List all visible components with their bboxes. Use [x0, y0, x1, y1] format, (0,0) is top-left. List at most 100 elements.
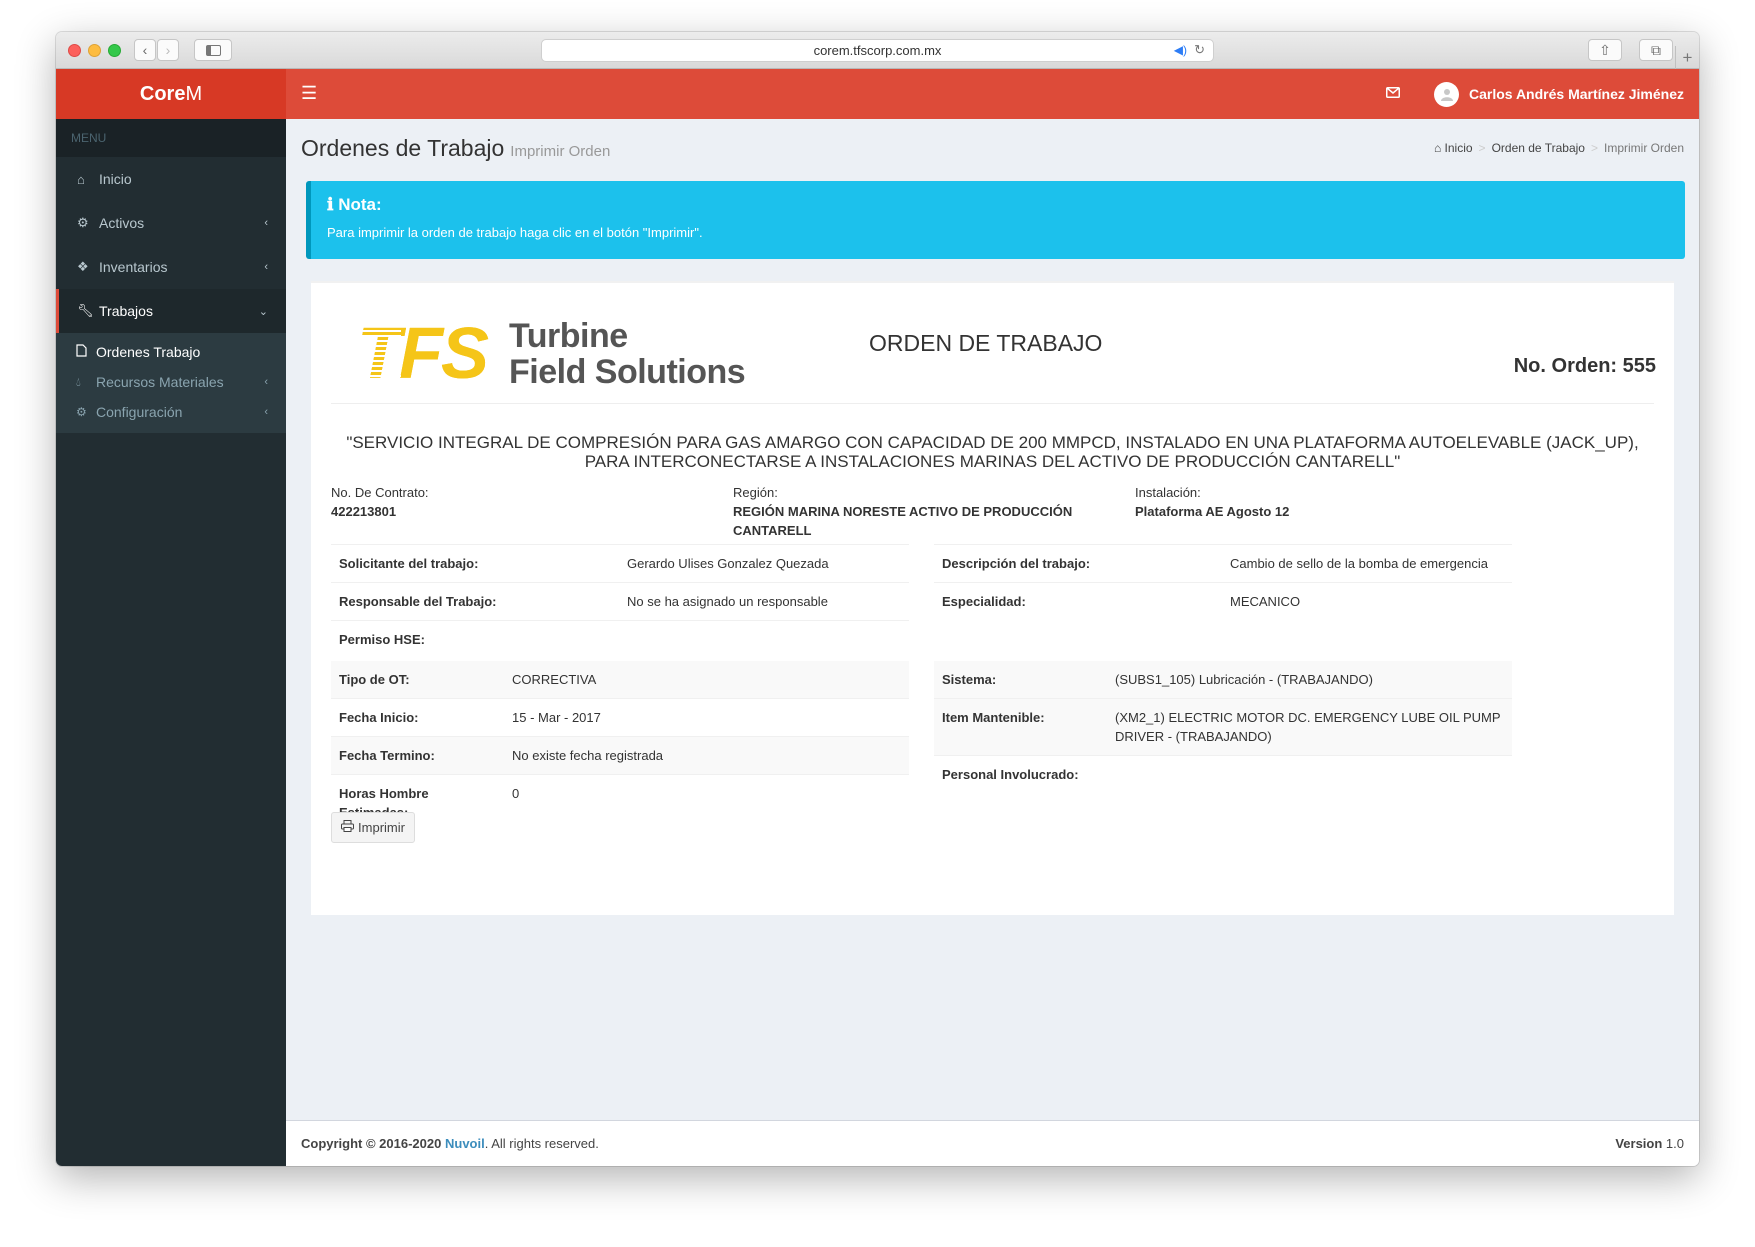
back-button[interactable]: ‹: [134, 39, 156, 61]
new-tab-button[interactable]: +: [1675, 46, 1699, 69]
chevron-right-icon: ›: [165, 42, 171, 58]
sidebar-subitem-configuracion[interactable]: ⚙ Configuración ‹: [56, 397, 286, 427]
minimize-window-button[interactable]: [88, 44, 101, 57]
chevron-left-icon: ‹: [264, 217, 268, 229]
reload-icon[interactable]: ↻: [1194, 42, 1205, 58]
field-label: Solicitante del trabajo:: [331, 544, 619, 583]
app-logo[interactable]: Core M: [56, 69, 286, 119]
share-button[interactable]: ⇧: [1588, 39, 1622, 61]
chevron-left-icon: ‹: [264, 376, 268, 388]
field-value: 0: [504, 774, 909, 831]
home-icon: ⌂: [1433, 141, 1442, 155]
table-row: Fecha Inicio: 15 - Mar - 2017: [331, 698, 909, 737]
project-description: "SERVICIO INTEGRAL DE COMPRESIÓN PARA GA…: [346, 433, 1639, 471]
note-title: Nota:: [338, 195, 382, 214]
forward-button[interactable]: ›: [157, 39, 179, 61]
note-text: Para imprimir la orden de trabajo haga c…: [327, 225, 703, 240]
divider: [331, 403, 1654, 404]
field-label: Responsable del Trabajo:: [331, 582, 619, 621]
requester-table: Solicitante del trabajo: Gerardo Ulises G…: [331, 544, 909, 658]
sidebar-item-inicio[interactable]: ⌂ Inicio: [56, 157, 286, 201]
info-icon: ℹ: [327, 195, 334, 214]
menu-toggle-icon[interactable]: ☰: [301, 83, 317, 104]
sidebar-subitem-ordenes-trabajo[interactable]: Ordenes Trabajo: [56, 337, 286, 367]
speaker-icon[interactable]: ◀): [1174, 43, 1187, 57]
sidebar-item-label: Activos: [99, 215, 145, 231]
footer-brand-link[interactable]: Nuvoil: [445, 1136, 485, 1151]
field-label: Tipo de OT:: [331, 661, 504, 699]
print-button-label: Imprimir: [358, 820, 405, 835]
table-row: Responsable del Trabajo: No se ha asignad…: [331, 582, 909, 621]
chevron-left-icon: ‹: [264, 261, 268, 273]
field-value: [1107, 755, 1512, 793]
chevron-down-icon: ⌄: [258, 305, 268, 318]
breadcrumb: ⌂ Inicio > Orden de Trabajo > Imprimir Orden: [1433, 141, 1684, 155]
field-label: Personal Involucrado:: [934, 755, 1107, 793]
field-label: Fecha Termino:: [331, 736, 504, 775]
field-label: Permiso HSE:: [331, 620, 619, 658]
sidebar-item-label: Trabajos: [99, 303, 153, 319]
field-label: Descripción del trabajo:: [934, 544, 1222, 583]
cubes-icon: ❖: [77, 259, 89, 274]
region-info: Región: REGIÓN MARINA NORESTE ACTIVO DE …: [733, 483, 1093, 540]
table-row: Solicitante del trabajo: Gerardo Ulises G…: [331, 544, 909, 583]
sidebar-subitem-recursos-materiales[interactable]: 💧︎ Recursos Materiales ‹: [56, 367, 286, 397]
logo-bold-text: Core: [139, 82, 186, 105]
gear-icon: ⚙: [76, 405, 87, 419]
sidebar-toggle-button[interactable]: [194, 39, 232, 61]
sidebar-item-label: Inicio: [99, 171, 132, 187]
field-value: 15 - Mar - 2017: [504, 698, 909, 737]
company-name: Turbine Field Solutions: [509, 317, 746, 391]
wrench-icon: 🔧︎: [77, 303, 94, 318]
chevron-left-icon: ‹: [264, 406, 268, 418]
url-text: corem.tfscorp.com.mx: [813, 43, 942, 58]
sidebar: MENU ⌂ Inicio ⚙ Activos ‹ ❖ Inventarios …: [56, 119, 286, 1166]
field-value: (SUBS1_105) Lubricación - (TRABAJANDO): [1107, 661, 1512, 699]
document-title: ORDEN DE TRABAJO: [869, 330, 1103, 356]
sidebar-item-trabajos[interactable]: 🔧︎ Trabajos ⌄: [56, 289, 286, 333]
close-window-button[interactable]: [68, 44, 81, 57]
avatar: [1434, 81, 1459, 107]
field-label: Sistema:: [934, 661, 1107, 699]
field-value: No existe fecha registrada: [504, 736, 909, 775]
field-value: [619, 620, 909, 658]
table-row: Personal Involucrado:: [934, 755, 1512, 793]
table-row: Horas Hombre Estimadas:0: [331, 774, 909, 831]
sidebar-submenu: Ordenes Trabajo 💧︎ Recursos Materiales ‹…: [56, 333, 286, 433]
table-row: Tipo de OT: CORRECTIVA: [331, 661, 909, 699]
address-bar[interactable]: corem.tfscorp.com.mx ◀) ↻: [541, 39, 1214, 62]
footer-version: Version 1.0: [1615, 1136, 1684, 1151]
breadcrumb-current: Imprimir Orden: [1603, 141, 1684, 155]
tabs-overview-button[interactable]: ⧉: [1639, 39, 1673, 61]
installation-info: Instalación: Plataforma AE Agosto 12: [1135, 483, 1575, 521]
sidebar-item-inventarios[interactable]: ❖ Inventarios ‹: [56, 245, 286, 289]
envelope-icon[interactable]: [1386, 85, 1400, 101]
breadcrumb-inicio[interactable]: Inicio: [1445, 141, 1473, 155]
footer-copyright: Copyright © 2016-2020 Nuvoil. All rights…: [301, 1136, 599, 1151]
sidebar-menu-header: MENU: [56, 119, 286, 157]
field-value: CORRECTIVA: [504, 661, 909, 699]
field-value: (XM2_1) ELECTRIC MOTOR DC. EMERGENCY LUB…: [1107, 698, 1512, 756]
footer: Copyright © 2016-2020 Nuvoil. All rights…: [286, 1120, 1699, 1166]
table-row: Item Mantenible: (XM2_1) ELECTRIC MOTOR D…: [934, 698, 1512, 756]
field-label: Especialidad:: [934, 582, 1222, 620]
sidebar-item-activos[interactable]: ⚙ Activos ‹: [56, 201, 286, 245]
region-value: REGIÓN MARINA NORESTE ACTIVO DE PRODUCCI…: [733, 504, 1073, 538]
contract-info: No. De Contrato: 422213801: [331, 483, 771, 521]
page-title-text: Ordenes de Trabajo: [301, 135, 505, 161]
browser-window: ‹ › corem.tfscorp.com.mx ◀) ↻ ⇧ ⧉ + Core…: [56, 32, 1699, 1166]
system-table: Sistema: (SUBS1_105) Lubricación - (TRABA…: [934, 661, 1512, 793]
contract-number: 422213801: [331, 504, 397, 519]
table-row: Permiso HSE:: [331, 620, 909, 658]
table-row: Fecha Termino: No existe fecha registrada: [331, 736, 909, 775]
zoom-window-button[interactable]: [108, 44, 121, 57]
breadcrumb-orden-de-trabajo[interactable]: Orden de Trabajo: [1492, 141, 1585, 155]
share-icon: ⇧: [1599, 41, 1611, 58]
print-button[interactable]: Imprimir: [331, 812, 415, 843]
tabs-icon: ⧉: [1651, 41, 1661, 58]
file-icon: [76, 344, 96, 360]
sidebar-subitem-label: Recursos Materiales: [96, 374, 224, 390]
content-area: Ordenes de Trabajo Imprimir Orden ⌂ Inici…: [286, 119, 1699, 1166]
user-menu[interactable]: Carlos Andrés Martínez Jiménez: [1434, 69, 1684, 119]
browser-toolbar: ‹ › corem.tfscorp.com.mx ◀) ↻ ⇧ ⧉ +: [56, 32, 1699, 69]
